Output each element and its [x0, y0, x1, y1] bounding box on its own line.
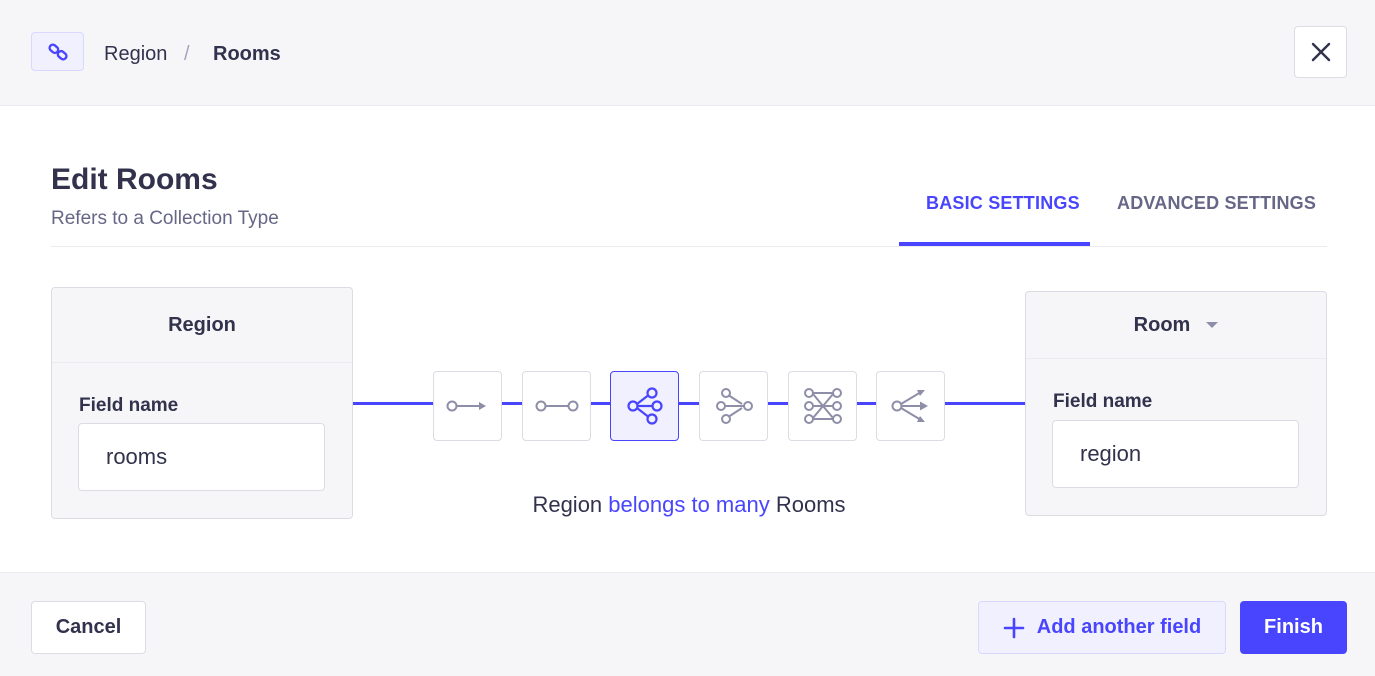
left-content-type-card: Region Field name — [51, 287, 353, 519]
close-icon — [1311, 42, 1330, 62]
link-icon — [31, 32, 84, 71]
breadcrumb-separator: / — [184, 43, 190, 65]
relation-from: Region — [532, 492, 603, 517]
many-to-many-relation-icon — [803, 388, 842, 424]
add-another-field-label: Add another field — [1036, 616, 1202, 638]
relation-one-to-many-button[interactable] — [610, 371, 679, 441]
breadcrumb-rooms: Rooms — [213, 43, 281, 65]
relation-one-way-button[interactable] — [433, 371, 502, 441]
finish-button[interactable]: Finish — [1240, 601, 1347, 654]
tab-advanced-settings[interactable]: ADVANCED SETTINGS — [1117, 193, 1316, 214]
one-to-one-relation-icon — [535, 400, 578, 412]
relation-to: Rooms — [775, 492, 846, 517]
relation-one-to-one-button[interactable] — [522, 371, 591, 441]
right-field-name-input[interactable] — [1052, 420, 1299, 488]
right-card-title: Room — [1133, 313, 1191, 336]
tabs-divider — [51, 246, 1327, 247]
page-subtitle: Refers to a Collection Type — [51, 208, 279, 229]
left-field-name-label: Field name — [79, 395, 179, 416]
modal-header: Region / Rooms — [0, 0, 1375, 106]
left-card-title: Region — [52, 288, 352, 363]
cancel-button[interactable]: Cancel — [31, 601, 146, 654]
modal-footer: Cancel Add another field Finish — [0, 572, 1375, 676]
page-title: Edit Rooms — [51, 163, 218, 196]
relation-many-way-button[interactable] — [876, 371, 945, 441]
plus-icon — [1003, 617, 1025, 638]
right-field-name-label: Field name — [1053, 391, 1153, 412]
breadcrumb-region: Region — [104, 43, 168, 65]
relation-verb: belongs to many — [608, 492, 770, 517]
one-way-relation-icon — [446, 400, 486, 412]
relation-many-to-many-button[interactable] — [788, 371, 857, 441]
left-field-name-input[interactable] — [78, 423, 325, 491]
relation-many-to-one-button[interactable] — [699, 371, 768, 441]
one-to-many-relation-icon — [626, 387, 663, 425]
caret-down-icon — [1206, 322, 1219, 328]
add-another-field-button[interactable]: Add another field — [978, 601, 1226, 654]
tab-basic-settings[interactable]: BASIC SETTINGS — [926, 193, 1080, 214]
target-content-type-select[interactable]: Room — [1026, 292, 1326, 359]
many-to-one-relation-icon — [715, 388, 753, 424]
many-way-relation-icon — [891, 390, 928, 422]
active-tab-indicator — [899, 242, 1090, 246]
right-content-type-card: Room Field name — [1025, 291, 1327, 516]
close-button[interactable] — [1294, 26, 1347, 78]
